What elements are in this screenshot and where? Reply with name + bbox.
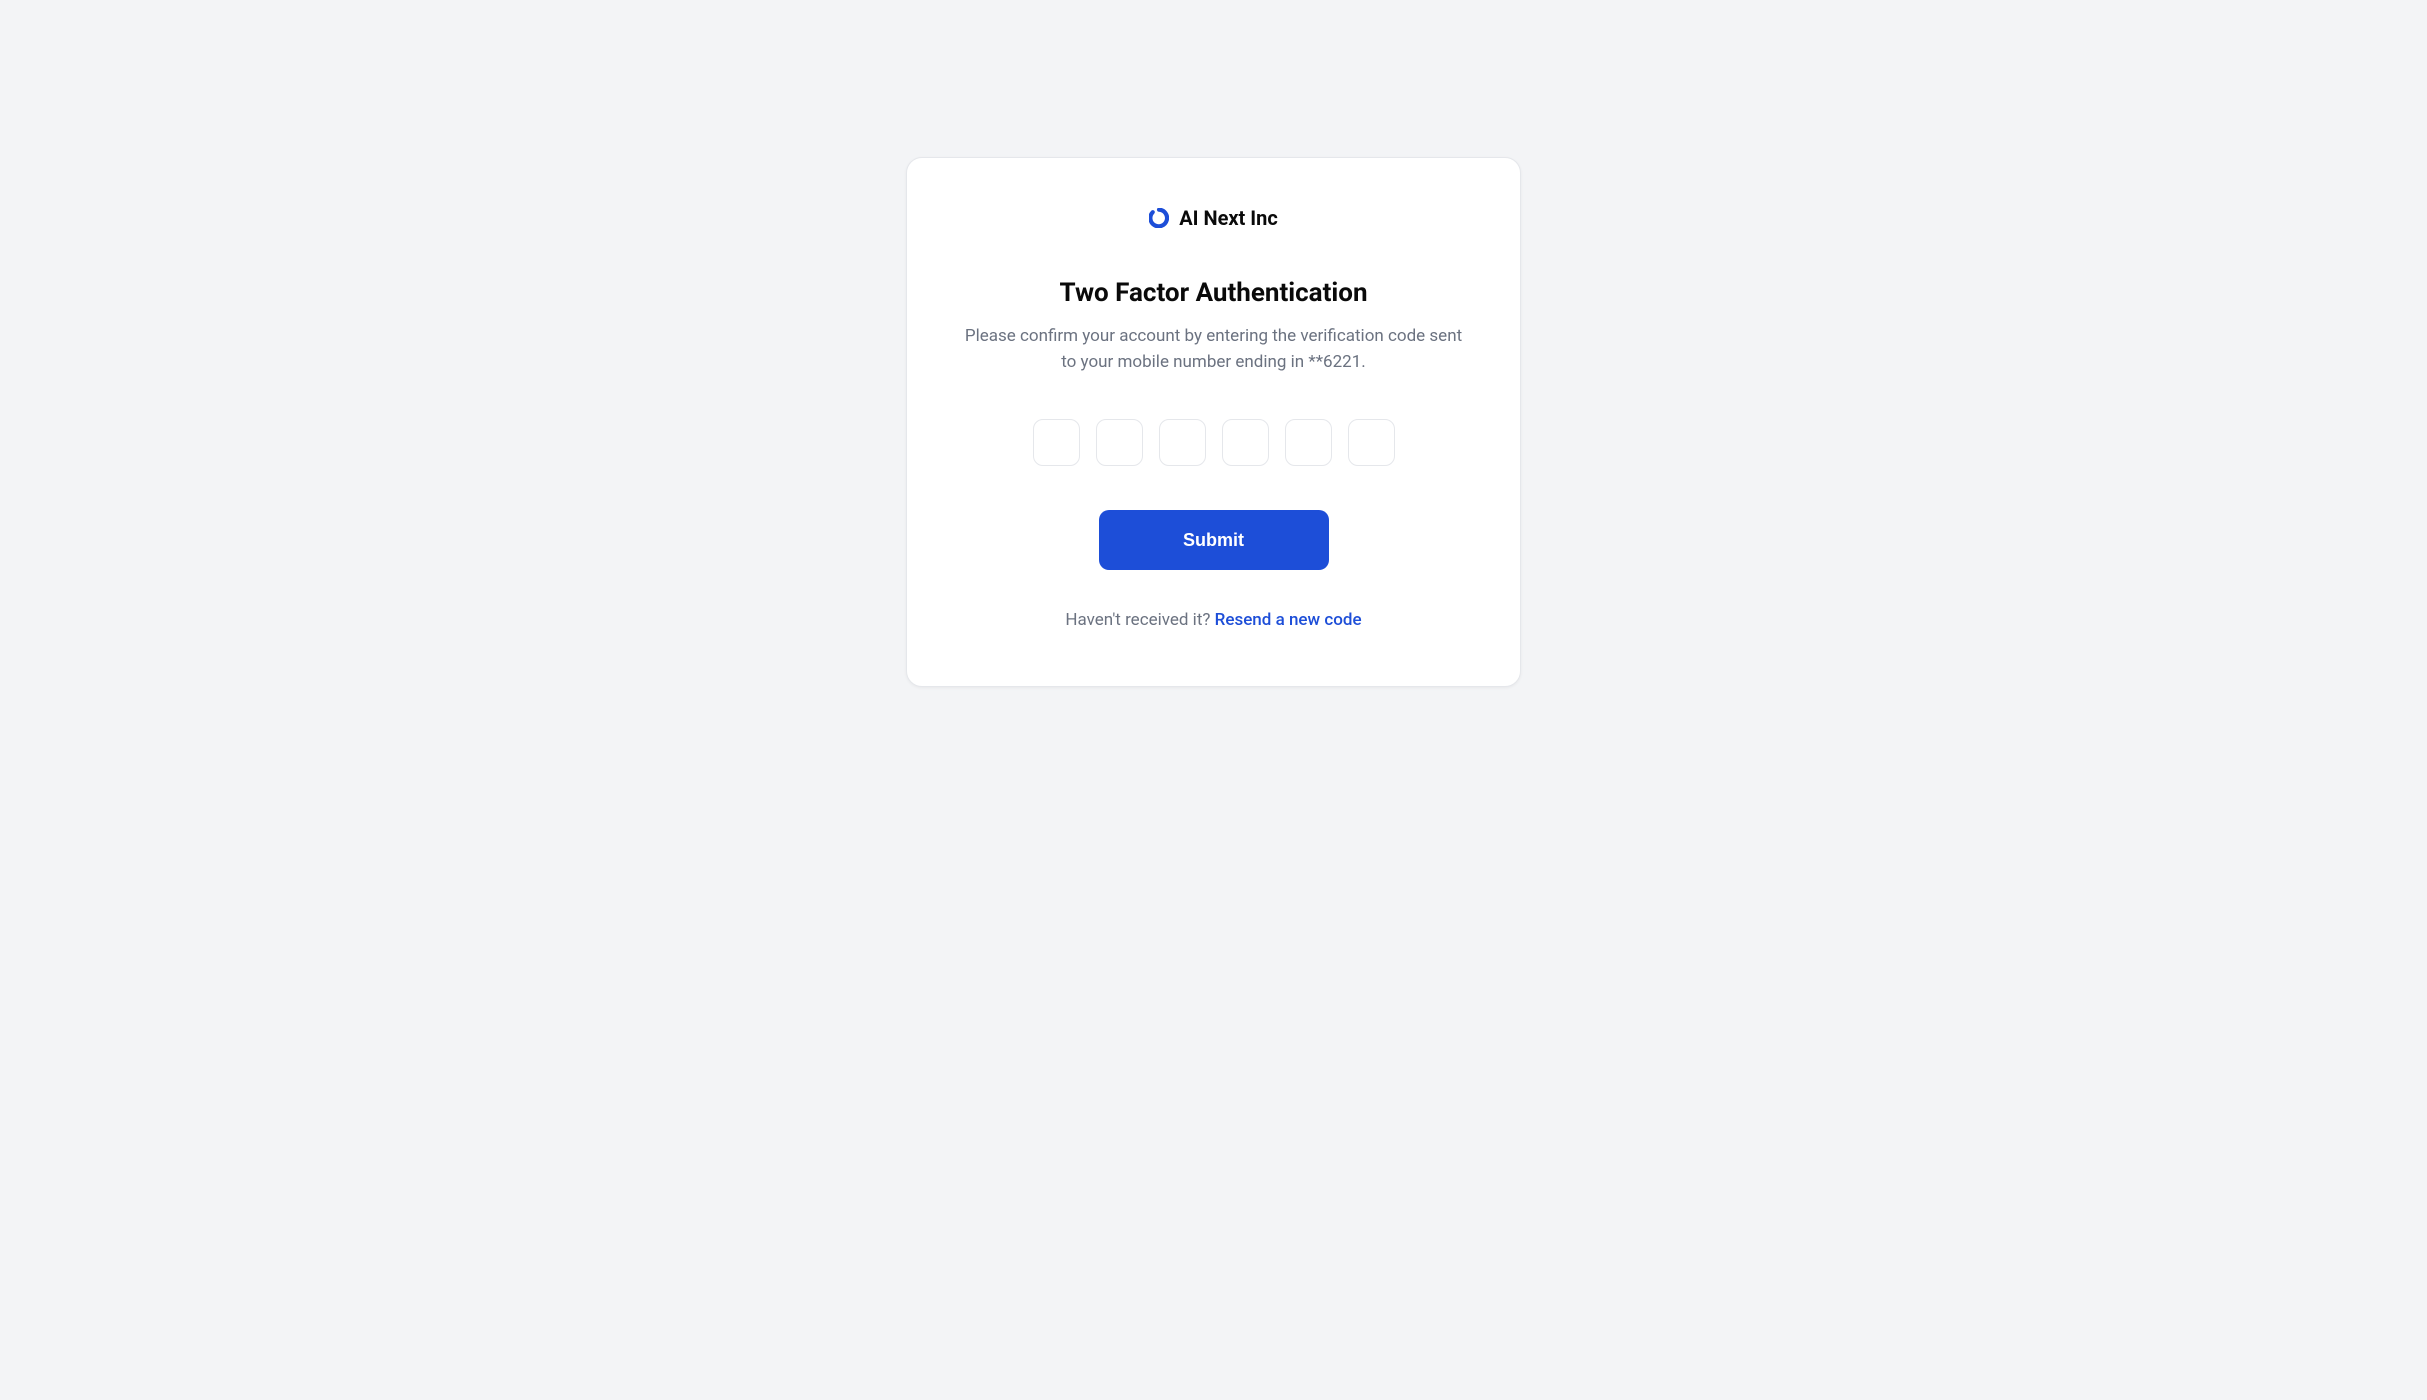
pin-input-2[interactable] [1096,419,1143,466]
pin-input-1[interactable] [1033,419,1080,466]
two-factor-card: AI Next Inc Two Factor Authentication Pl… [906,157,1521,687]
page-title: Two Factor Authentication [1059,278,1367,308]
description-text: Please confirm your account by entering … [964,324,1464,375]
submit-button[interactable]: Submit [1099,510,1329,570]
resend-section: Haven't received it? Resend a new code [1065,610,1361,630]
pin-input-5[interactable] [1285,419,1332,466]
pin-input-4[interactable] [1222,419,1269,466]
company-name: AI Next Inc [1179,206,1278,230]
pin-input-group [1033,419,1395,466]
company-logo-icon [1149,208,1169,228]
logo-section: AI Next Inc [1149,206,1278,230]
pin-input-6[interactable] [1348,419,1395,466]
resend-prompt: Haven't received it? [1065,610,1214,630]
pin-input-3[interactable] [1159,419,1206,466]
resend-link[interactable]: Resend a new code [1215,610,1362,630]
